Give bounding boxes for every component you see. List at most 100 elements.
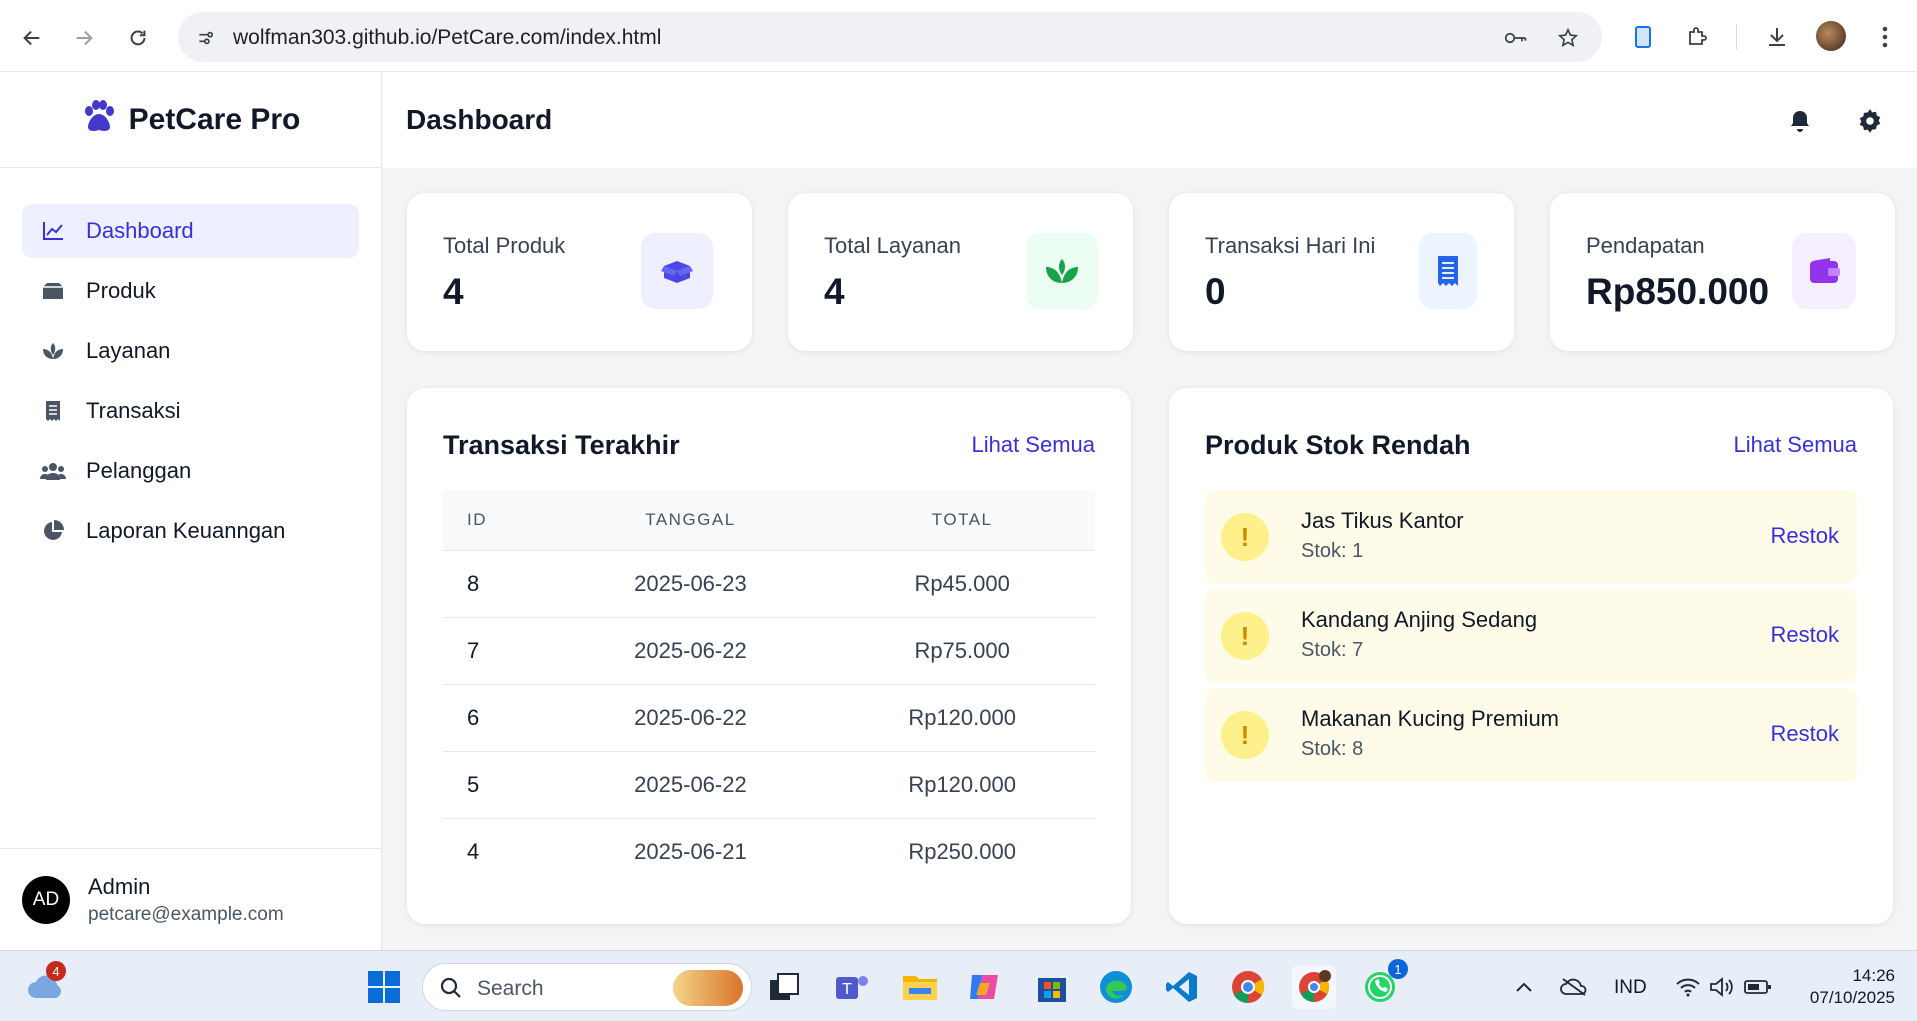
microsoft-store-icon[interactable]: [1030, 965, 1074, 1009]
reload-button[interactable]: [122, 22, 154, 54]
onedrive-offline-icon[interactable]: [1552, 965, 1596, 1009]
vscode-icon[interactable]: [1160, 965, 1204, 1009]
system-clock[interactable]: 14:26 07/10/2025: [1810, 965, 1895, 1009]
toolbar-divider: [1736, 24, 1737, 50]
stat-label: Total Produk: [443, 233, 566, 258]
edge-icon[interactable]: [1094, 965, 1138, 1009]
sidebar-item-layanan[interactable]: Layanan: [22, 324, 359, 378]
clock-time: 14:26: [1852, 966, 1895, 985]
whatsapp-icon[interactable]: 1: [1358, 959, 1408, 1009]
url-text[interactable]: wolfman303.github.io/PetCare.com/index.h…: [233, 26, 661, 50]
topbar: Dashboard: [382, 72, 1917, 168]
profile-avatar[interactable]: [1816, 21, 1846, 51]
page-title: Dashboard: [406, 104, 553, 135]
cell-id: 5: [443, 750, 552, 818]
stat-label: Transaksi Hari Ini: [1205, 233, 1376, 258]
bell-icon[interactable]: [1784, 105, 1816, 137]
brand[interactable]: PetCare Pro: [0, 72, 381, 168]
sidebar-item-label: Layanan: [86, 338, 171, 363]
svg-text:T: T: [842, 981, 852, 998]
cell-id: 6: [443, 683, 552, 751]
user-email: petcare@example.com: [88, 903, 284, 925]
cell-id: 4: [443, 817, 552, 885]
windows-start-icon[interactable]: [362, 965, 406, 1009]
table-row[interactable]: 4 2025-06-21 Rp250.000: [443, 817, 1095, 885]
stat-card-transaksi-hari-ini: Transaksi Hari Ini 0: [1169, 193, 1514, 351]
panel-title: Produk Stok Rendah: [1205, 430, 1471, 460]
language-indicator[interactable]: IND: [1614, 977, 1647, 999]
box-icon: [40, 278, 66, 304]
brand-name: PetCare Pro: [128, 102, 301, 136]
forward-button[interactable]: [68, 22, 100, 54]
stock-count: Stok: 7: [1301, 639, 1364, 661]
column-header-total: TOTAL: [829, 490, 1095, 550]
extensions-icon[interactable]: [1682, 22, 1712, 52]
password-key-icon[interactable]: [1504, 26, 1528, 50]
windows-taskbar: 4 Search T 1 IND 14:26 07/10/2025: [0, 950, 1917, 1021]
taskbar-search[interactable]: Search: [422, 963, 752, 1011]
copilot-icon[interactable]: [962, 965, 1006, 1009]
view-all-low-stock-link[interactable]: Lihat Semua: [1733, 432, 1857, 458]
list-item: ! Makanan Kucing Premium Stok: 8 Restok: [1205, 688, 1857, 782]
sidebar-item-label: Transaksi: [86, 398, 181, 423]
reading-mode-icon[interactable]: [1628, 22, 1658, 52]
site-info-icon[interactable]: [194, 26, 218, 50]
sidebar: PetCare Pro Dashboard Produk Layanan Tra…: [0, 72, 382, 950]
sidebar-item-laporan-keuangan[interactable]: Laporan Keuanngan: [22, 504, 359, 558]
sidebar-item-pelanggan[interactable]: Pelanggan: [22, 444, 359, 498]
table-row[interactable]: 6 2025-06-22 Rp120.000: [443, 683, 1095, 751]
cell-date: 2025-06-21: [551, 817, 830, 885]
search-highlight-image: [673, 970, 743, 1006]
chevron-up-icon[interactable]: [1502, 965, 1546, 1009]
sidebar-item-dashboard[interactable]: Dashboard: [22, 204, 359, 258]
browser-toolbar: wolfman303.github.io/PetCare.com/index.h…: [0, 0, 1917, 72]
stat-value: 0: [1205, 271, 1226, 312]
address-bar[interactable]: wolfman303.github.io/PetCare.com/index.h…: [178, 12, 1602, 62]
cell-id: 8: [443, 549, 552, 617]
stock-count: Stok: 1: [1301, 540, 1364, 562]
restock-button[interactable]: Restok: [1771, 523, 1839, 549]
restock-button[interactable]: Restok: [1771, 622, 1839, 648]
cell-date: 2025-06-23: [551, 549, 830, 617]
sidebar-item-produk[interactable]: Produk: [22, 264, 359, 318]
more-menu-icon[interactable]: [1870, 22, 1900, 52]
chrome-icon[interactable]: [1226, 965, 1270, 1009]
download-icon[interactable]: [1762, 22, 1792, 52]
user-name: Admin: [88, 873, 151, 899]
gear-icon[interactable]: [1854, 105, 1886, 137]
back-button[interactable]: [16, 22, 48, 54]
users-icon: [40, 458, 66, 484]
box-open-icon: [641, 233, 713, 309]
user-profile[interactable]: AD Admin petcare@example.com: [0, 848, 381, 950]
sidebar-item-label: Dashboard: [86, 218, 194, 243]
cell-total: Rp45.000: [829, 549, 1095, 617]
table-row[interactable]: 7 2025-06-22 Rp75.000: [443, 616, 1095, 684]
receipt-icon: [1419, 233, 1477, 309]
low-stock-panel: Produk Stok Rendah Lihat Semua ! Jas Tik…: [1169, 388, 1893, 924]
warning-icon: !: [1221, 711, 1269, 759]
cell-date: 2025-06-22: [551, 750, 830, 818]
battery-icon[interactable]: [1736, 965, 1780, 1009]
table-row[interactable]: 5 2025-06-22 Rp120.000: [443, 750, 1095, 818]
spa-icon: [1026, 233, 1098, 309]
warning-icon: !: [1221, 612, 1269, 660]
sidebar-item-transaksi[interactable]: Transaksi: [22, 384, 359, 438]
chrome-profile-active-icon[interactable]: [1292, 965, 1336, 1009]
chart-line-icon: [40, 218, 66, 244]
stat-label: Total Layanan: [824, 233, 961, 258]
cell-total: Rp120.000: [829, 683, 1095, 751]
restock-button[interactable]: Restok: [1771, 721, 1839, 747]
bookmark-star-icon[interactable]: [1556, 26, 1580, 50]
teams-icon[interactable]: T: [830, 965, 874, 1009]
file-explorer-icon[interactable]: [898, 965, 942, 1009]
table-row[interactable]: 8 2025-06-23 Rp45.000: [443, 549, 1095, 617]
sidebar-item-label: Produk: [86, 278, 156, 303]
task-view-icon[interactable]: [762, 965, 806, 1009]
view-all-transactions-link[interactable]: Lihat Semua: [971, 432, 1095, 458]
sidebar-menu: Dashboard Produk Layanan Transaksi Pelan…: [0, 168, 381, 600]
transactions-table: ID TANGGAL TOTAL 8 2025-06-23 Rp45.000 7…: [443, 490, 1095, 885]
cell-total: Rp250.000: [829, 817, 1095, 885]
main-content: Dashboard Total Produk 4 Total Layanan 4…: [382, 72, 1917, 950]
weather-widget[interactable]: 4: [24, 961, 68, 1009]
weather-badge: 4: [46, 961, 66, 981]
